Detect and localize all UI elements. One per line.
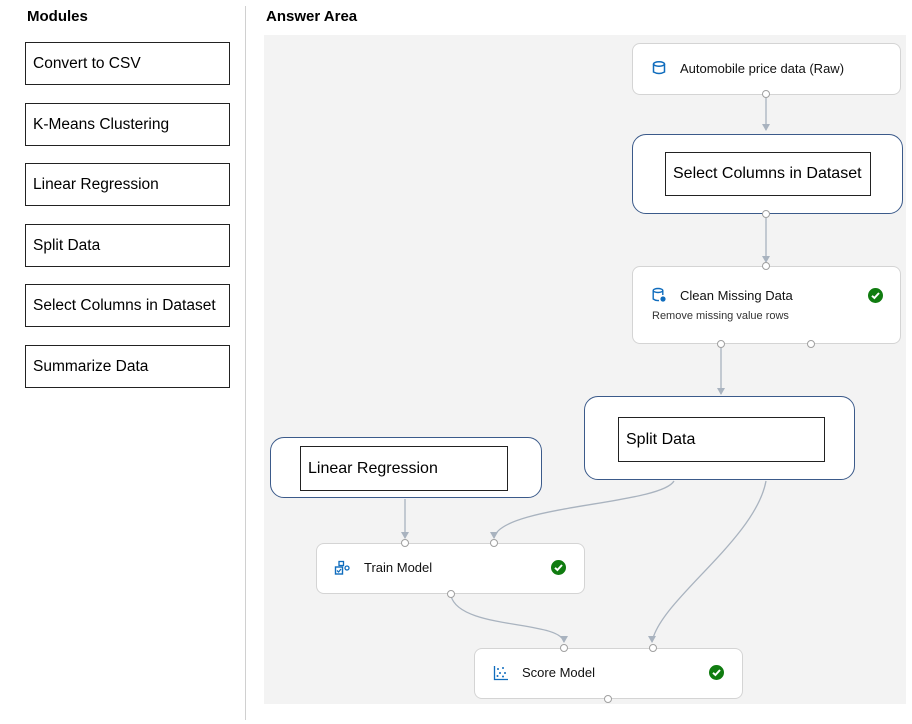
answer-slot-select-columns[interactable]: Select Columns in Dataset: [632, 134, 903, 214]
module-label: Summarize Data: [33, 357, 149, 375]
module-label: Convert to CSV: [33, 54, 141, 72]
clean-data-icon: [652, 287, 666, 302]
node-title: Score Model: [522, 665, 595, 680]
dropped-module[interactable]: Linear Regression: [300, 446, 508, 491]
node-automobile-price-data[interactable]: Automobile price data (Raw): [632, 43, 901, 95]
score-model-icon: [493, 666, 508, 681]
dropped-module[interactable]: Select Columns in Dataset: [665, 152, 871, 196]
node-clean-missing-data[interactable]: Clean Missing Data Remove missing value …: [632, 266, 901, 344]
output-port[interactable]: [447, 590, 455, 598]
module-convert-to-csv[interactable]: Convert to CSV: [25, 42, 230, 85]
input-port[interactable]: [401, 539, 409, 547]
node-title: Automobile price data (Raw): [680, 61, 845, 76]
answer-slot-linear-regression[interactable]: Linear Regression: [270, 437, 542, 498]
module-linear-regression[interactable]: Linear Regression: [25, 163, 230, 206]
module-label: K-Means Clustering: [33, 115, 170, 133]
status-check-icon: [551, 560, 566, 575]
module-label: Linear Regression: [33, 175, 159, 193]
input-port[interactable]: [762, 262, 770, 270]
status-check-icon: [868, 288, 883, 303]
status-check-icon: [709, 665, 724, 680]
output-port[interactable]: [762, 210, 770, 218]
output-port[interactable]: [807, 340, 815, 348]
module-summarize-data[interactable]: Summarize Data: [25, 345, 230, 388]
output-port[interactable]: [762, 90, 770, 98]
node-title: Clean Missing Data: [680, 288, 793, 303]
node-train-model[interactable]: Train Model: [316, 543, 585, 594]
modules-heading: Modules: [27, 8, 88, 25]
answer-area-heading: Answer Area: [266, 8, 358, 25]
module-label: Split Data: [33, 236, 101, 254]
panel-divider: [245, 6, 246, 720]
node-score-model[interactable]: Score Model: [474, 648, 743, 699]
answer-slot-split-data[interactable]: Split Data: [584, 396, 855, 480]
output-port[interactable]: [604, 695, 612, 703]
module-split-data[interactable]: Split Data: [25, 224, 230, 267]
node-subtitle: Remove missing value rows: [652, 310, 789, 322]
module-select-columns-in-dataset[interactable]: Select Columns in Dataset: [25, 284, 230, 327]
node-title: Train Model: [364, 560, 433, 575]
train-model-icon: [334, 560, 350, 575]
input-port[interactable]: [560, 644, 568, 652]
input-port[interactable]: [649, 644, 657, 652]
dropped-module[interactable]: Split Data: [618, 417, 825, 462]
output-port[interactable]: [717, 340, 725, 348]
module-label: Select Columns in Dataset: [33, 296, 216, 314]
input-port[interactable]: [490, 539, 498, 547]
database-icon: [652, 61, 666, 75]
module-k-means-clustering[interactable]: K-Means Clustering: [25, 103, 230, 146]
